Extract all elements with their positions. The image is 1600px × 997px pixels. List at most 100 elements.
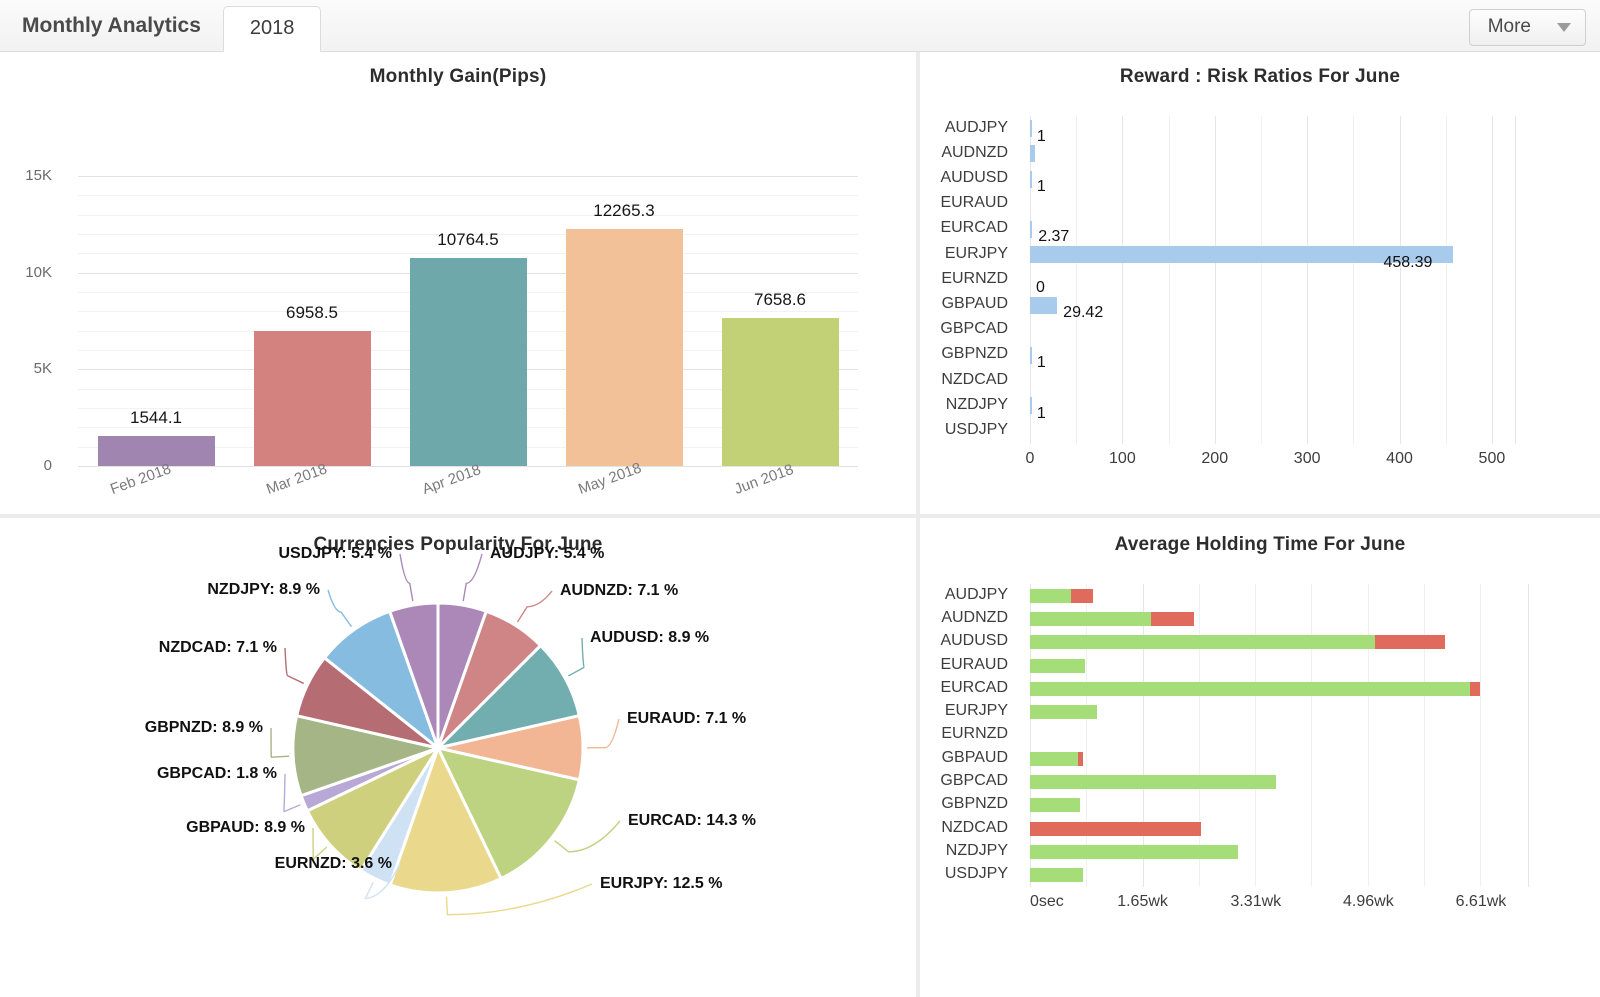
y-axis-tick-label: 5K [33, 360, 52, 378]
bar-eurcad [1030, 220, 1033, 238]
y-axis-label-gbpcad: GBPCAD [940, 320, 1008, 338]
y-axis-label-eurjpy: EURJPY [944, 702, 1008, 720]
gridline [1423, 584, 1425, 887]
pie-label-nzdjpy: NZDJPY: 8.9 % [207, 581, 320, 598]
pie-label-audusd: AUDUSD: 8.9 % [590, 629, 710, 646]
bar-jun-2018 [721, 317, 839, 466]
x-axis-tick-label: 0sec [1030, 892, 1064, 910]
x-axis-tick-label: 0 [1025, 449, 1035, 467]
y-axis-label-gbpnzd: GBPNZD [941, 795, 1008, 813]
bar-value-label-eurcad: 2.37 [1038, 228, 1070, 246]
bar-audusd-long [1030, 635, 1375, 650]
y-axis-label-euraud: EURAUD [940, 655, 1008, 673]
gridline [78, 195, 858, 197]
pie-label-euraud: EURAUD: 7.1 % [627, 710, 747, 727]
x-axis-tick-label: 4.96wk [1343, 892, 1394, 910]
bar-gbpaud [1030, 296, 1058, 314]
x-axis-tick-label: 3.31wk [1230, 892, 1282, 910]
panel-currencies-popularity: Currencies Popularity For June AUDJPY: 5… [0, 518, 916, 997]
average-holding-time-plot: AUDJPY AUDNZD AUDUSD EURAUD EURCAD EURJPY EURN… [920, 518, 1600, 997]
x-axis-tick-label: 500 [1478, 449, 1506, 467]
app-header: Monthly Analytics 2018 More [0, 0, 1600, 52]
bar-value-label-nzdjpy: 1 [1036, 404, 1046, 422]
bar-eurcad-short [1470, 681, 1480, 696]
y-axis-label-euraud: EURAUD [940, 194, 1008, 212]
gridline [1528, 584, 1529, 887]
bar-value-label: 6958.5 [286, 303, 338, 323]
reward-risk-plot: AUDJPY 1 AUDNZD AUDUSD 1 EURAUD EURCAD 2.37 EURJ… [920, 52, 1600, 514]
gridline [1491, 116, 1493, 444]
gridline [1307, 116, 1309, 444]
gridline [1311, 584, 1313, 887]
bar-value-label: 12265.3 [593, 200, 655, 220]
y-axis-label-audnzd: AUDNZD [941, 143, 1008, 161]
y-axis-label-audjpy: AUDJPY [944, 585, 1008, 603]
x-axis-tick-label: 6.61wk [1455, 892, 1507, 910]
pie-label-nzdcad: NZDCAD: 7.1 % [158, 639, 277, 656]
y-axis-label-audjpy: AUDJPY [944, 118, 1008, 136]
pie-label-gbpaud: GBPAUD: 8.9 % [186, 819, 305, 836]
bar-eurjpy-long [1030, 705, 1097, 720]
pie-label-usdjpy: USDJPY: 5.4 % [278, 545, 392, 562]
monthly-gain-plot: 1544.1 Feb 2018 6958.5 Mar 2018 10764.5 Apr 2… [0, 110, 916, 514]
y-axis-label-usdjpy: USDJPY [944, 421, 1008, 438]
gridline [1168, 116, 1170, 444]
more-label: More [1487, 16, 1531, 37]
y-axis-tick-label: 0 [43, 457, 52, 474]
x-axis-tick-label: 1.65wk [1117, 892, 1168, 910]
pie-leader-line-eurcad [554, 820, 621, 853]
page-title: Monthly Analytics [22, 14, 201, 37]
y-axis-label-eurjpy: EURJPY [944, 244, 1008, 262]
pie-leader-line-gbpnzd [270, 727, 290, 758]
more-dropdown[interactable]: More [1468, 9, 1586, 46]
bar-value-label-eurjpy: 458.39 [1383, 253, 1433, 271]
bar-nzdjpy [1030, 397, 1032, 415]
dashboard-grid: Monthly Gain(Pips) 1544.1 Feb 2018 6958.5 M… [0, 52, 1600, 997]
bar-gbpaud-short [1078, 751, 1084, 766]
y-axis-label-eurcad: EURCAD [940, 219, 1008, 237]
tab-2018[interactable]: 2018 [222, 6, 322, 52]
gridline [1142, 584, 1144, 887]
x-axis-tick-label: 400 [1386, 449, 1413, 467]
bar-audjpy [1030, 120, 1032, 138]
bar-value-label-gbpaud: 29.42 [1063, 304, 1104, 321]
pie-label-eurjpy: EURJPY: 12.5 % [600, 875, 723, 892]
gridline [1480, 584, 1482, 887]
bar-nzdcad-short [1030, 821, 1201, 836]
bar-value-label-audjpy: 1 [1036, 127, 1046, 145]
gridline [1260, 116, 1262, 444]
x-axis-tick-label: 100 [1109, 449, 1136, 467]
pie-label-eurnzd: EURNZD: 3.6 % [274, 855, 392, 872]
gridline [1445, 116, 1447, 444]
pie-label-audjpy: AUDJPY: 5.4 % [490, 545, 605, 562]
y-axis-label-audnzd: AUDNZD [941, 608, 1008, 626]
pie-label-gbpnzd: GBPNZD: 8.9 % [144, 719, 263, 736]
bar-value-label-eurnzd: 0 [1036, 278, 1045, 296]
bar-audnzd [1030, 145, 1035, 163]
panel-monthly-gain: Monthly Gain(Pips) 1544.1 Feb 2018 6958.5 M… [0, 52, 916, 514]
pie-label-gbpcad: GBPCAD: 1.8 % [156, 765, 277, 782]
y-axis-label-nzdjpy: NZDJPY [945, 841, 1008, 859]
y-axis-label-gbpaud: GBPAUD [941, 295, 1008, 312]
gridline [1515, 116, 1516, 444]
bar-audnzd-long [1030, 611, 1152, 626]
gridline [1076, 116, 1078, 444]
pie-leader-line-euraud [586, 718, 620, 749]
gridline [78, 253, 858, 255]
bar-value-label: 7658.6 [754, 289, 806, 309]
bar-gbpaud-long [1030, 751, 1079, 766]
y-axis-label-nzdcad: NZDCAD [941, 370, 1008, 388]
bar-value-label-audusd: 1 [1036, 178, 1046, 195]
bar-nzdjpy-long [1030, 844, 1239, 859]
y-axis-label-audusd: AUDUSD [940, 169, 1008, 186]
monthly-gain-title: Monthly Gain(Pips) [369, 66, 547, 87]
gridline [1030, 116, 1031, 444]
y-axis-label-nzdjpy: NZDJPY [945, 395, 1008, 413]
y-axis-label-usdjpy: USDJPY [944, 865, 1008, 883]
gridline [78, 214, 858, 216]
gridline [1399, 116, 1401, 444]
y-axis-label-gbpnzd: GBPNZD [941, 345, 1008, 363]
pie-leader-line-audjpy [462, 553, 483, 602]
pie-leader-line-audnzd [516, 590, 553, 623]
bar-feb-2018 [97, 436, 215, 466]
